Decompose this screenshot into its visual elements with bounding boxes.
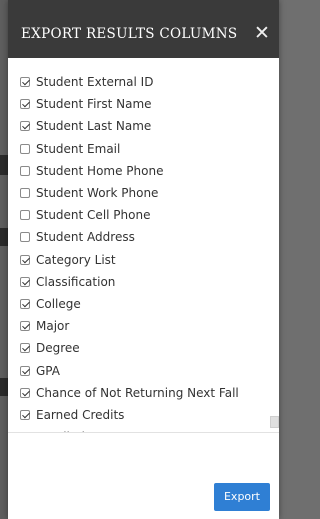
- column-checkbox[interactable]: [20, 77, 30, 88]
- column-option-label: Student Cell Phone: [36, 208, 151, 223]
- column-option[interactable]: Major: [20, 315, 239, 337]
- background-element: [0, 228, 8, 246]
- dialog-body: Student External ID Student First Name Stu…: [8, 58, 279, 432]
- column-option[interactable]: Degree: [20, 337, 239, 359]
- dialog-header: EXPORT RESULTS COLUMNS ✕: [8, 0, 279, 58]
- column-option[interactable]: Earned Credits: [20, 404, 239, 426]
- column-option[interactable]: Student Home Phone: [20, 160, 239, 182]
- background-element: [0, 378, 8, 396]
- dialog-title: EXPORT RESULTS COLUMNS: [21, 26, 238, 42]
- column-option[interactable]: Student Last Name: [20, 115, 239, 137]
- column-option-label: Student Email: [36, 141, 121, 156]
- column-option-label: Student External ID: [36, 75, 154, 90]
- column-option[interactable]: Student External ID: [20, 71, 239, 93]
- column-option-label: Category List: [36, 252, 116, 267]
- column-checkbox[interactable]: [20, 298, 30, 309]
- column-checkbox[interactable]: [20, 254, 30, 265]
- background-element: [0, 155, 8, 175]
- column-checkbox-list: Student External ID Student First Name Stu…: [20, 71, 239, 432]
- column-option-label: Student First Name: [36, 97, 152, 112]
- column-checkbox[interactable]: [20, 321, 30, 332]
- scrollbar-thumb[interactable]: [270, 416, 279, 428]
- column-checkbox[interactable]: [20, 387, 30, 398]
- close-icon[interactable]: ✕: [251, 20, 273, 46]
- column-option[interactable]: Student Work Phone: [20, 182, 239, 204]
- column-checkbox[interactable]: [20, 188, 30, 199]
- column-option-label: Classification: [36, 274, 116, 289]
- column-checkbox[interactable]: [20, 99, 30, 110]
- column-option[interactable]: Student First Name: [20, 93, 239, 115]
- column-checkbox[interactable]: [20, 121, 30, 132]
- column-option-label: Student Address: [36, 230, 135, 245]
- column-checkbox[interactable]: [20, 365, 30, 376]
- export-button[interactable]: Export: [214, 483, 270, 511]
- column-option[interactable]: Category List: [20, 249, 239, 271]
- column-checkbox[interactable]: [20, 409, 30, 420]
- column-option-label: Student Home Phone: [36, 163, 164, 178]
- column-option[interactable]: Chance of Not Returning Next Fall: [20, 382, 239, 404]
- column-checkbox[interactable]: [20, 232, 30, 243]
- column-checkbox[interactable]: [20, 143, 30, 154]
- column-option-label: Chance of Not Returning Next Fall: [36, 385, 239, 400]
- export-columns-dialog: EXPORT RESULTS COLUMNS ✕ Student Externa…: [8, 0, 279, 519]
- column-option-label: GPA: [36, 363, 60, 378]
- column-checkbox[interactable]: [20, 165, 30, 176]
- column-option-label: Earned Credits: [36, 407, 125, 422]
- column-option-label: Student Last Name: [36, 119, 152, 134]
- column-checkbox[interactable]: [20, 276, 30, 287]
- column-option[interactable]: GPA: [20, 359, 239, 381]
- column-option-label: Major: [36, 319, 70, 334]
- dialog-footer: Export: [8, 432, 279, 519]
- column-checkbox[interactable]: [20, 343, 30, 354]
- column-checkbox[interactable]: [20, 210, 30, 221]
- column-option-label: Student Work Phone: [36, 186, 159, 201]
- column-option-label: College: [36, 296, 81, 311]
- column-option[interactable]: Student Address: [20, 226, 239, 248]
- column-option[interactable]: Classification: [20, 271, 239, 293]
- column-option-label: Degree: [36, 341, 80, 356]
- column-option[interactable]: Student Cell Phone: [20, 204, 239, 226]
- column-option[interactable]: Student Email: [20, 138, 239, 160]
- column-option[interactable]: College: [20, 293, 239, 315]
